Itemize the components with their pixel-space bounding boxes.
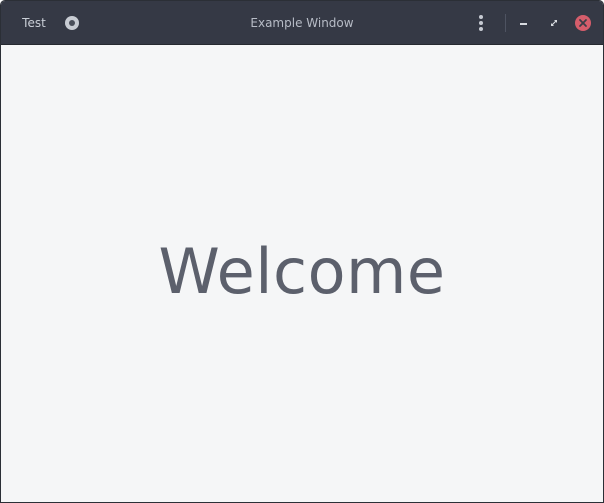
minimize-button[interactable] [515, 14, 533, 32]
close-icon [579, 19, 587, 27]
maximize-button[interactable] [545, 14, 563, 32]
test-button[interactable]: Test [9, 9, 59, 37]
content-area: Welcome [1, 45, 603, 502]
more-vertical-icon [479, 15, 483, 19]
window-title: Example Window [250, 16, 354, 30]
close-button[interactable] [575, 15, 591, 31]
app-window: Test Example Window Welcome [0, 0, 604, 503]
record-toggle-icon[interactable] [65, 16, 79, 30]
welcome-label: Welcome [158, 235, 446, 308]
more-vertical-icon-dot [479, 27, 483, 31]
header-bar: Test Example Window [1, 1, 603, 45]
maximize-icon [551, 20, 557, 26]
menu-button[interactable] [471, 11, 491, 35]
minimize-icon [520, 23, 527, 25]
more-vertical-icon-dot [479, 21, 483, 25]
headerbar-separator [505, 14, 506, 32]
